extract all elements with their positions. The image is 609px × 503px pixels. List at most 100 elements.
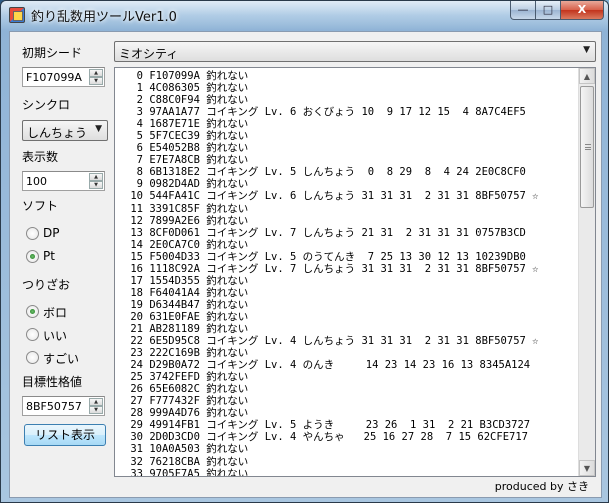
seed-spinner[interactable]: ▲ ▼ (89, 69, 103, 85)
list-item[interactable]: 12 7899A2E6 釣れない (115, 215, 577, 227)
client-area: 初期シード F107099A ▲ ▼ シンクロ しんちょう ▼ 表示数 100 … (9, 31, 602, 498)
row-text: D29B0A72 コイキング Lv. 4 のんき 14 23 14 23 16 … (149, 359, 531, 372)
sync-value: しんちょう (27, 126, 88, 140)
title-bar[interactable]: 釣り乱数用ツールVer1.0 — □ X (1, 1, 608, 29)
radio-super-rod-label[interactable]: すごい (43, 350, 79, 367)
row-text: 544FA41C コイキング Lv. 6 しんちょう 31 31 31 2 31… (149, 190, 539, 203)
list-item[interactable]: 22 6E5D95C8 コイキング Lv. 4 しんちょう 31 31 31 2… (115, 335, 577, 347)
minimize-button[interactable]: — (510, 1, 536, 20)
list-item[interactable]: 1 4C086305 釣れない (115, 82, 577, 94)
row-text: 3742FEFD 釣れない (149, 371, 249, 384)
list-item[interactable]: 29 49914FB1 コイキング Lv. 5 ようき 23 26 1 31 2… (115, 419, 577, 431)
maximize-button[interactable]: □ (536, 1, 561, 20)
row-text: 8CF0D061 コイキング Lv. 7 しんちょう 21 31 2 31 31… (149, 226, 526, 239)
target-spinner[interactable]: ▲ ▼ (89, 398, 103, 414)
radio-old-rod-label[interactable]: ボロ (43, 304, 67, 321)
seed-input[interactable]: F107099A ▲ ▼ (22, 67, 105, 87)
scroll-up-icon[interactable]: ▲ (579, 68, 595, 84)
sync-dropdown[interactable]: しんちょう ▼ (22, 120, 108, 141)
row-text: 2D0D3CD0 コイキング Lv. 4 やんちゃ 25 16 27 28 7 … (149, 431, 528, 444)
list-item[interactable]: 18 F64041A4 釣れない (115, 287, 577, 299)
radio-old-rod[interactable] (26, 305, 39, 318)
row-text: 97AA1A77 コイキング Lv. 6 おくびょう 10 9 17 12 15… (149, 106, 526, 119)
row-index: 18 (130, 286, 143, 299)
list-item[interactable]: 20 631E0FAE 釣れない (115, 311, 577, 323)
row-index: 3 (136, 106, 143, 119)
row-index: 0 (136, 70, 143, 82)
row-index: 31 (130, 443, 143, 456)
radio-good-rod[interactable] (26, 328, 39, 341)
spin-down-icon[interactable]: ▼ (89, 181, 103, 189)
row-index: 32 (130, 455, 143, 468)
target-input[interactable]: 8BF50757 ▲ ▼ (22, 396, 105, 416)
list-item[interactable]: 2 C88C0F94 釣れない (115, 94, 577, 106)
close-button[interactable]: X (561, 1, 604, 20)
list-item[interactable]: 26 65E6082C 釣れない (115, 383, 577, 395)
row-index: 14 (130, 238, 143, 251)
list-button[interactable]: リスト表示 (24, 424, 106, 446)
row-text: 0982D4AD 釣れない (149, 178, 249, 191)
row-index: 7 (136, 154, 143, 167)
count-spinner[interactable]: ▲ ▼ (89, 173, 103, 189)
row-index: 2 (136, 94, 143, 107)
spin-up-icon[interactable]: ▲ (89, 69, 103, 77)
radio-pt[interactable] (26, 250, 39, 263)
row-index: 30 (130, 431, 143, 444)
radio-dp[interactable] (26, 227, 39, 240)
row-text: F777432F 釣れない (149, 395, 249, 408)
scroll-down-icon[interactable]: ▼ (579, 460, 595, 476)
list-item[interactable]: 14 2E0CA7C0 釣れない (115, 239, 577, 251)
list-item[interactable]: 21 AB281189 釣れない (115, 323, 577, 335)
list-item[interactable]: 6 E54052B8 釣れない (115, 142, 577, 154)
row-index: 1 (136, 82, 143, 95)
list-item[interactable]: 8 6B1318E2 コイキング Lv. 5 しんちょう 0 8 29 8 4 … (115, 166, 577, 178)
list-item[interactable]: 25 3742FEFD 釣れない (115, 371, 577, 383)
row-text: 3391C85F 釣れない (149, 202, 249, 215)
list-item[interactable]: 24 D29B0A72 コイキング Lv. 4 のんき 14 23 14 23 … (115, 359, 577, 371)
radio-dp-label[interactable]: DP (43, 226, 59, 240)
vertical-scrollbar[interactable]: ▲ ▼ (578, 68, 595, 476)
count-input[interactable]: 100 ▲ ▼ (22, 171, 105, 191)
row-index: 25 (130, 371, 143, 384)
list-item[interactable]: 30 2D0D3CD0 コイキング Lv. 4 やんちゃ 25 16 27 28… (115, 431, 577, 443)
list-item[interactable]: 9 0982D4AD 釣れない (115, 178, 577, 190)
list-item[interactable]: 32 76218CBA 釣れない (115, 456, 577, 468)
radio-pt-label[interactable]: Pt (43, 249, 55, 263)
list-item[interactable]: 4 1687E71E 釣れない (115, 118, 577, 130)
list-item[interactable]: 19 D6344B47 釣れない (115, 299, 577, 311)
list-item[interactable]: 5 5F7CEC39 釣れない (115, 130, 577, 142)
list-item[interactable]: 10 544FA41C コイキング Lv. 6 しんちょう 31 31 31 2… (115, 190, 577, 202)
row-index: 10 (130, 190, 143, 203)
list-item[interactable]: 23 222C169B 釣れない (115, 347, 577, 359)
spin-down-icon[interactable]: ▼ (89, 406, 103, 414)
row-text: 999A4D76 釣れない (149, 407, 249, 420)
location-dropdown[interactable]: ミオシティ ▼ (114, 41, 596, 62)
result-list[interactable]: 0 F107099A 釣れない 1 4C086305 釣れない 2 C88C0F94… (114, 67, 596, 477)
spin-up-icon[interactable]: ▲ (89, 173, 103, 181)
list-item[interactable]: 31 10A0A503 釣れない (115, 443, 577, 455)
radio-good-rod-label[interactable]: いい (43, 327, 67, 344)
row-index: 8 (136, 166, 143, 179)
list-item[interactable]: 7 E7E7A8CB 釣れない (115, 154, 577, 166)
list-item[interactable]: 33 9705F7A5 釣れない (115, 468, 577, 476)
spin-up-icon[interactable]: ▲ (89, 398, 103, 406)
list-item[interactable]: 27 F777432F 釣れない (115, 395, 577, 407)
list-item[interactable]: 13 8CF0D061 コイキング Lv. 7 しんちょう 21 31 2 31… (115, 227, 577, 239)
row-index: 11 (130, 202, 143, 215)
list-item[interactable]: 17 1554D355 釣れない (115, 275, 577, 287)
app-icon (9, 7, 25, 23)
list-item[interactable]: 16 1118C92A コイキング Lv. 7 しんちょう 31 31 31 2… (115, 263, 577, 275)
radio-super-rod[interactable] (26, 351, 39, 364)
list-item[interactable]: 3 97AA1A77 コイキング Lv. 6 おくびょう 10 9 17 12 … (115, 106, 577, 118)
spin-down-icon[interactable]: ▼ (89, 77, 103, 85)
row-index: 6 (136, 142, 143, 155)
list-item[interactable]: 11 3391C85F 釣れない (115, 203, 577, 215)
seed-value: F107099A (26, 71, 82, 84)
row-text: 65E6082C 釣れない (149, 383, 249, 396)
list-item[interactable]: 0 F107099A 釣れない (115, 70, 577, 82)
row-text: 7899A2E6 釣れない (149, 214, 249, 227)
scroll-thumb[interactable] (580, 86, 594, 208)
row-text: F5004D33 コイキング Lv. 5 のうてんき 7 25 13 30 12… (149, 250, 526, 263)
list-item[interactable]: 28 999A4D76 釣れない (115, 407, 577, 419)
list-item[interactable]: 15 F5004D33 コイキング Lv. 5 のうてんき 7 25 13 30… (115, 251, 577, 263)
